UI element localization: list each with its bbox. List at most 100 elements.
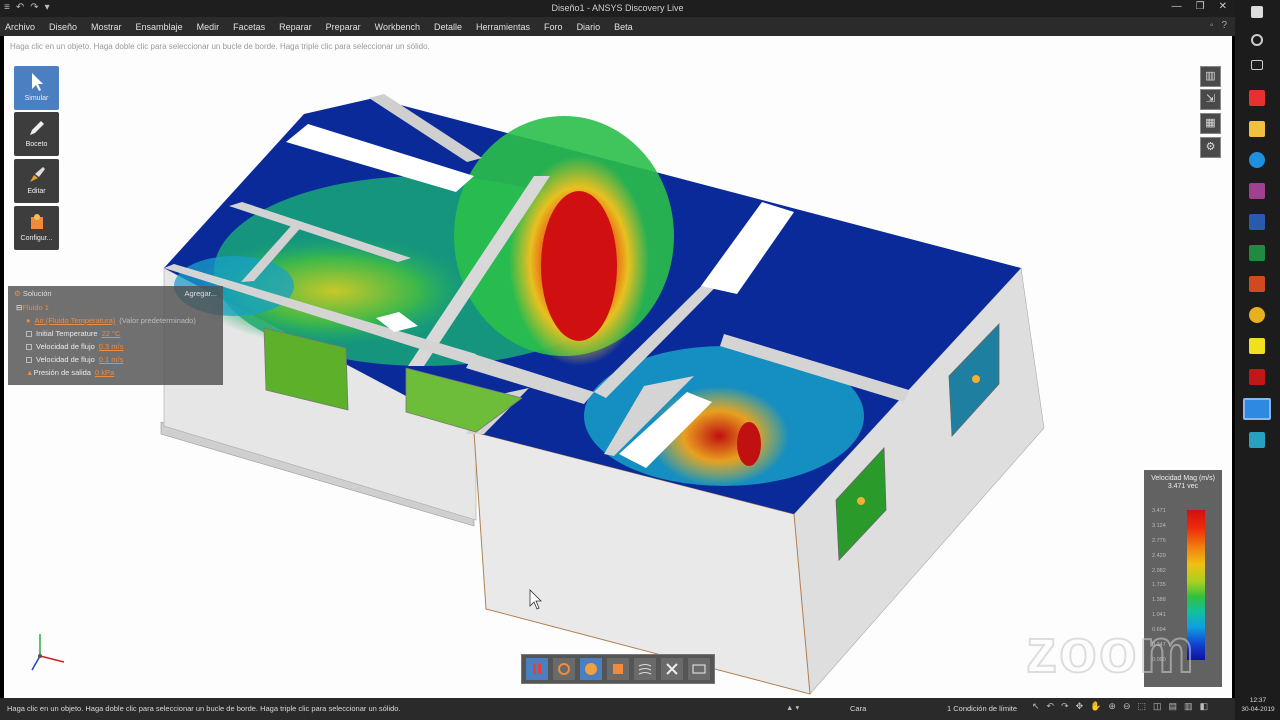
menu-bar: Archivo Diseño Mostrar Ensamblaje Medir … <box>0 17 1235 36</box>
zoom-out-icon[interactable]: ⊖ <box>1123 701 1131 712</box>
legend-tick: 2.776 <box>1152 537 1166 544</box>
status-hint: Haga clic en un objeto. Haga doble clic … <box>7 704 401 713</box>
menu-workbench[interactable]: Workbench <box>375 22 420 32</box>
powerpoint-icon[interactable] <box>1249 276 1265 292</box>
view-panel-button[interactable]: ▥ <box>1200 66 1221 87</box>
menu-diario[interactable]: Diario <box>577 22 601 32</box>
system-clock[interactable]: 12:37 30-04-2019 <box>1238 696 1278 714</box>
fit-icon[interactable]: ⬚ <box>1138 701 1147 712</box>
minimize-button[interactable]: — <box>1172 1 1182 12</box>
view-icon[interactable]: ◫ <box>1153 701 1162 712</box>
tool-configure-button[interactable]: Configur... <box>14 206 59 250</box>
close-button[interactable]: ✕ <box>1219 1 1227 12</box>
chrome-icon[interactable] <box>1249 307 1265 323</box>
layout-icon[interactable]: ▤ <box>1169 701 1178 712</box>
3d-viewport[interactable]: Haga clic en un objeto. Haga doble clic … <box>4 36 1232 698</box>
legend-max: 3.471 vec <box>1167 483 1199 490</box>
pan-icon[interactable]: ✋ <box>1090 701 1101 712</box>
clock-date: 30-04-2019 <box>1241 706 1275 713</box>
checkbox[interactable] <box>26 330 32 337</box>
skype-icon[interactable] <box>1249 152 1265 168</box>
cursor-icon[interactable]: ↖ <box>1032 701 1040 712</box>
window-controls: — ❐ ✕ <box>1172 1 1227 12</box>
tree-row[interactable]: ▲ Presión de salida 0 kPa <box>8 366 223 379</box>
air-material-link[interactable]: Air (Fluido Temperatura) <box>35 316 116 325</box>
zoom-in-icon[interactable]: ⊕ <box>1108 701 1116 712</box>
tool-label: Editar <box>27 188 46 195</box>
row-value[interactable]: 0.1 m/s <box>99 355 124 364</box>
word-icon[interactable] <box>1249 214 1265 230</box>
menu-ensamblaje[interactable]: Ensamblaje <box>136 22 183 32</box>
selection-filter-dropdown[interactable]: ▲ ▾ <box>786 703 799 712</box>
tree-row[interactable]: Initial Temperature 22 °C <box>8 327 223 340</box>
inlet-marker[interactable] <box>972 375 980 383</box>
row-label: Velocidad de flujo <box>36 342 95 351</box>
solution-title[interactable]: ⚙ Solución <box>14 289 52 298</box>
menu-mostrar[interactable]: Mostrar <box>91 22 122 32</box>
excel-icon[interactable] <box>1249 245 1265 261</box>
menu-preparar[interactable]: Preparar <box>326 22 361 32</box>
task-view-icon[interactable] <box>1251 60 1263 70</box>
rotate-button[interactable] <box>553 658 575 680</box>
menu-diseno[interactable]: Diseño <box>49 22 77 32</box>
display-icon[interactable]: ▥ <box>1184 701 1193 712</box>
row-value[interactable]: 0.3 m/s <box>99 342 124 351</box>
onenote-icon[interactable] <box>1249 183 1265 199</box>
app-acrobat-icon[interactable] <box>1249 90 1265 106</box>
checkbox[interactable] <box>26 356 32 363</box>
tool-edit-button[interactable]: Editar <box>14 159 59 203</box>
selection-hint: Haga clic en un objeto. Haga doble clic … <box>10 42 430 51</box>
stream-icon <box>638 664 652 675</box>
options-icon[interactable]: ◦ <box>1210 20 1214 31</box>
menu-medir[interactable]: Medir <box>197 22 220 32</box>
inlet-marker[interactable] <box>857 497 865 505</box>
search-icon[interactable] <box>1251 34 1263 46</box>
menu-facetas[interactable]: Facetas <box>233 22 265 32</box>
undo-icon[interactable]: ↶ <box>1047 701 1055 712</box>
tree-fluid[interactable]: ⊟ Fluido 1 <box>8 301 223 314</box>
restore-button[interactable]: ❐ <box>1196 1 1205 12</box>
menu-archivo[interactable]: Archivo <box>5 22 35 32</box>
file-explorer-icon[interactable] <box>1249 121 1265 137</box>
cube-button[interactable] <box>607 658 629 680</box>
screen-button[interactable] <box>688 658 710 680</box>
settings-button[interactable]: ⚙ <box>1200 137 1221 158</box>
add-dropdown[interactable]: Agregar... <box>184 289 217 298</box>
select-tool-button[interactable]: ⇲ <box>1200 89 1221 110</box>
tool-sketch-button[interactable]: Boceto <box>14 112 59 156</box>
ansys-icon[interactable] <box>1249 432 1265 448</box>
app-red-icon[interactable] <box>1249 369 1265 385</box>
legend-tick: 3.471 <box>1152 508 1166 514</box>
row-value[interactable]: 22 °C <box>102 329 121 338</box>
menu-foro[interactable]: Foro <box>544 22 563 32</box>
help-icon[interactable]: ? <box>1221 20 1227 31</box>
menu-beta[interactable]: Beta <box>614 22 633 32</box>
grid-tool-button[interactable]: ▦ <box>1200 113 1221 134</box>
tool-simulate-button[interactable]: Simular <box>14 66 59 110</box>
row-label: Presión de salida <box>33 368 91 377</box>
redo-icon[interactable]: ↷ <box>1061 701 1069 712</box>
sphere-button[interactable] <box>580 658 602 680</box>
simulation-toolbar <box>521 654 715 684</box>
cursor-icon <box>31 73 43 91</box>
row-value[interactable]: 0 kPa <box>95 368 114 377</box>
sticky-notes-icon[interactable] <box>1249 338 1265 354</box>
stream-button[interactable] <box>634 658 656 680</box>
tree-row[interactable]: Velocidad de flujo 0.3 m/s <box>8 340 223 353</box>
explode-button[interactable] <box>661 658 683 680</box>
tool-label: Configur... <box>20 235 53 242</box>
checkbox[interactable] <box>26 343 32 350</box>
tree-row[interactable]: Velocidad de flujo 0.1 m/s <box>8 353 223 366</box>
tree-air[interactable]: ● Air (Fluido Temperatura) (Valor predet… <box>8 314 223 327</box>
move-icon[interactable]: ✥ <box>1076 701 1084 712</box>
menu-detalle[interactable]: Detalle <box>434 22 462 32</box>
screen-icon <box>692 664 706 674</box>
menu-reparar[interactable]: Reparar <box>279 22 312 32</box>
menu-herramientas[interactable]: Herramientas <box>476 22 530 32</box>
axis-triad-icon[interactable] <box>31 634 65 671</box>
windows-start-icon[interactable] <box>1251 6 1263 18</box>
pause-button[interactable] <box>526 658 548 680</box>
legend-tick: 1.735 <box>1152 582 1166 589</box>
render-icon[interactable]: ◧ <box>1200 701 1209 712</box>
zoom-app-icon[interactable] <box>1243 398 1271 420</box>
